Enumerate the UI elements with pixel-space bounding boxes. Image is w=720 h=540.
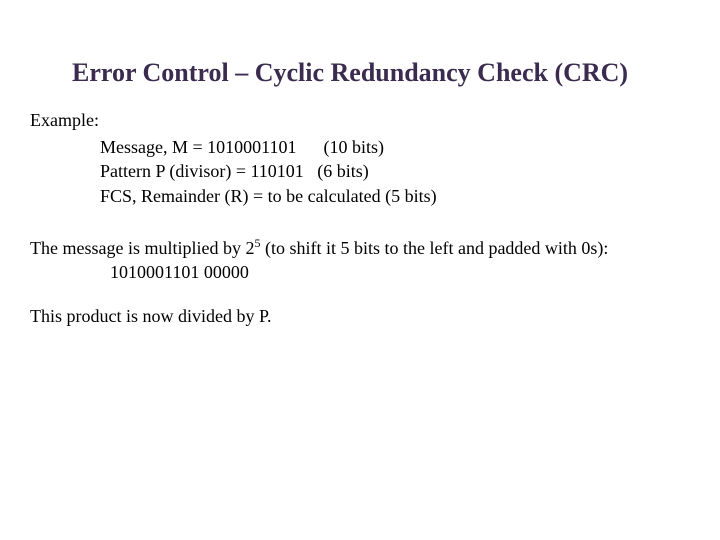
shifted-value: 1010001101 00000 xyxy=(110,260,249,284)
example-line-fcs: FCS, Remainder (R) = to be calculated (5… xyxy=(100,184,690,208)
slide: Error Control – Cyclic Redundancy Check … xyxy=(0,0,720,540)
slide-title: Error Control – Cyclic Redundancy Check … xyxy=(72,58,690,88)
example-line-pattern: Pattern P (divisor) = 110101 (6 bits) xyxy=(100,159,690,183)
multiply-text-b: (to shift it 5 bits to the left and padd… xyxy=(260,238,608,258)
example-label: Example: xyxy=(30,110,690,131)
multiply-text-a: The message is multiplied by 2 xyxy=(30,238,254,258)
divide-paragraph: This product is now divided by P. xyxy=(30,306,690,327)
example-line-message: Message, M = 1010001101 (10 bits) xyxy=(100,135,690,159)
example-lines: Message, M = 1010001101 (10 bits) Patter… xyxy=(100,135,690,208)
multiply-paragraph: The message is multiplied by 25 (to shif… xyxy=(30,236,690,285)
